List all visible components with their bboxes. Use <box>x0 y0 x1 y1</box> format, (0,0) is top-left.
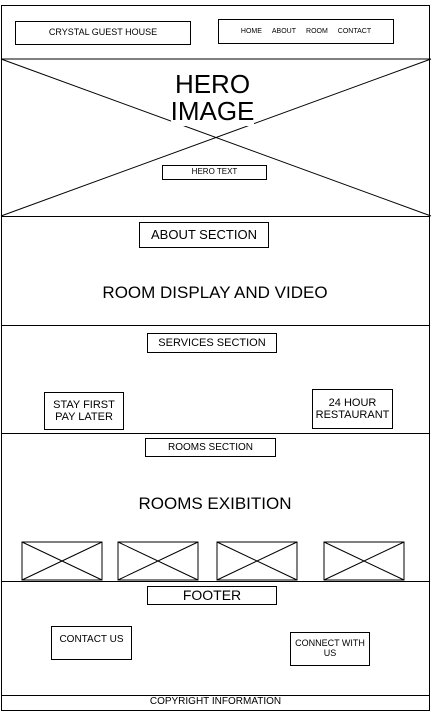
contact-us-button[interactable]: CONTACT US <box>51 626 132 660</box>
connect-line2: US <box>323 648 337 658</box>
rooms-divider <box>1 581 430 582</box>
contact-us-label: CONTACT US <box>59 634 124 645</box>
connect-with-us-button[interactable]: CONNECT WITH US <box>290 632 370 666</box>
footer-label-text: FOOTER <box>182 586 242 603</box>
copyright-information: COPYRIGHT INFORMATION <box>149 696 282 707</box>
room-image-placeholders <box>21 541 405 581</box>
room-image-1[interactable] <box>21 541 103 581</box>
footer-label: FOOTER <box>147 586 277 605</box>
room-image-4[interactable] <box>323 541 405 581</box>
room-image-3[interactable] <box>216 541 298 581</box>
room-image-2[interactable] <box>117 541 199 581</box>
